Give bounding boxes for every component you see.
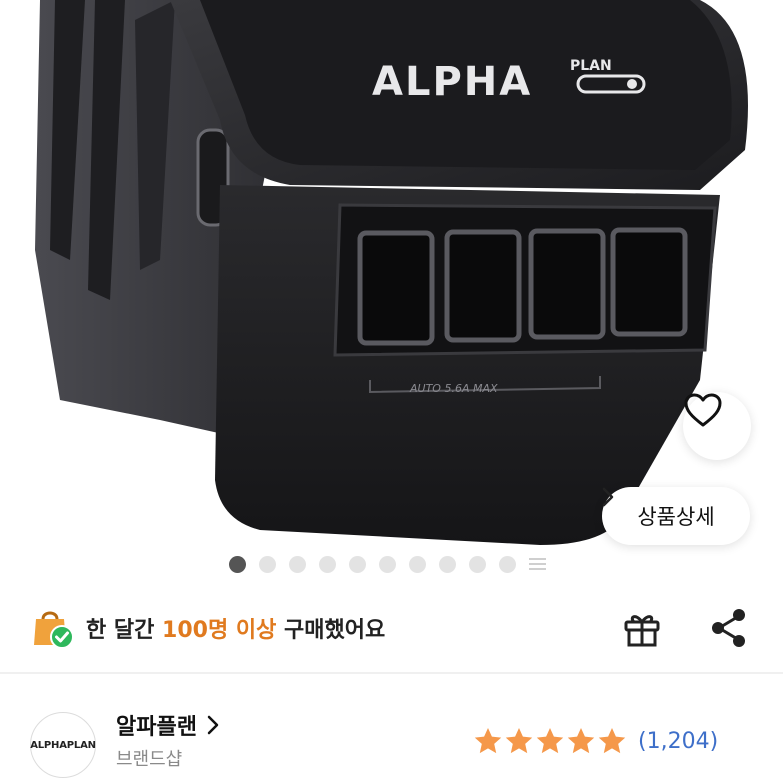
chevron-right-icon	[602, 487, 614, 507]
usb-label: AUTO 5.6A MAX	[409, 382, 498, 395]
carousel-dot[interactable]	[409, 555, 426, 573]
like-button[interactable]	[683, 392, 751, 460]
brand-link[interactable]: 알파플랜	[116, 709, 219, 741]
carousel-dot[interactable]	[469, 555, 486, 573]
product-image[interactable]: AUTO 5.6A MAX ALPHA PLAN 상품상세	[0, 0, 783, 592]
purchase-prefix: 한 달간	[86, 618, 163, 643]
product-detail-button[interactable]: 상품상세	[602, 487, 750, 545]
brand-logo[interactable]: ALPHAPLAN	[30, 712, 96, 778]
star-icon	[505, 728, 533, 754]
chevron-right-icon	[207, 715, 219, 735]
carousel-dot[interactable]	[289, 555, 306, 573]
star-icon	[474, 728, 502, 754]
rating-summary[interactable]: (1,204)	[473, 726, 718, 756]
carousel-dot[interactable]	[379, 555, 396, 573]
carousel-dot[interactable]	[439, 555, 456, 573]
gift-icon[interactable]	[621, 607, 663, 649]
section-divider	[0, 672, 783, 674]
purchase-suffix: 구매했어요	[276, 618, 386, 643]
star-icon	[598, 728, 626, 754]
carousel-dot[interactable]	[259, 555, 276, 573]
carousel-dot[interactable]	[499, 555, 516, 573]
product-brand-sub: PLAN	[570, 58, 612, 74]
carousel-indicator[interactable]	[229, 555, 546, 573]
brand-name: 알파플랜	[116, 715, 197, 740]
star-icon	[536, 728, 564, 754]
heart-icon	[684, 393, 722, 427]
star-icon	[567, 728, 595, 754]
brand-type: 브랜드샵	[116, 749, 183, 770]
carousel-dot[interactable]	[349, 555, 366, 573]
share-icon[interactable]	[709, 607, 749, 649]
carousel-dot[interactable]	[319, 555, 336, 573]
carousel-dot[interactable]	[229, 555, 246, 573]
rating-count: (1,204)	[638, 728, 719, 754]
product-detail-label: 상품상세	[637, 505, 715, 529]
purchase-highlight: 100명 이상	[162, 618, 277, 643]
purchase-text: 한 달간 100명 이상 구매했어요	[86, 612, 385, 644]
carousel-more-icon[interactable]	[529, 556, 546, 573]
shopping-bag-check-icon	[34, 611, 74, 649]
product-brand-text: ALPHA	[372, 59, 532, 105]
brand-logo-text: ALPHAPLAN	[30, 739, 96, 751]
